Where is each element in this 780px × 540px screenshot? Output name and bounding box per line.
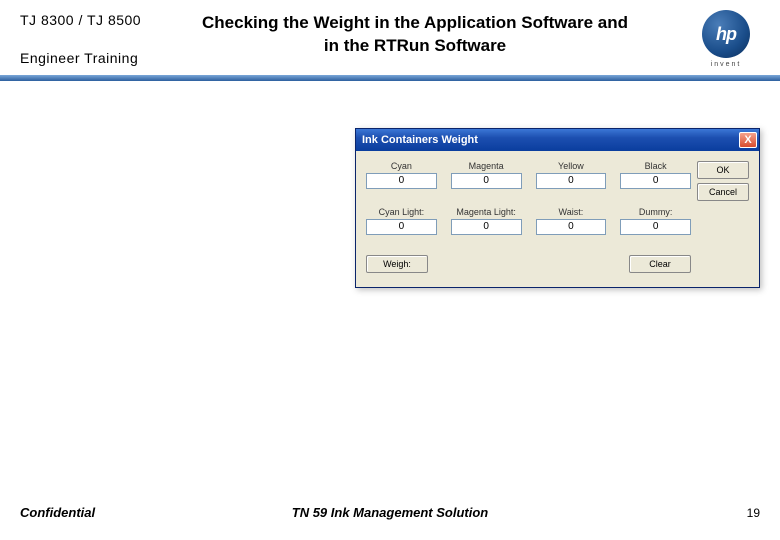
label-magenta: Magenta xyxy=(451,161,522,171)
page-number: 19 xyxy=(747,506,760,520)
input-waist[interactable]: 0 xyxy=(536,219,607,235)
field-dummy: Dummy: 0 xyxy=(620,207,691,235)
input-cyan-light[interactable]: 0 xyxy=(366,219,437,235)
input-dummy[interactable]: 0 xyxy=(620,219,691,235)
label-cyan: Cyan xyxy=(366,161,437,171)
weigh-button[interactable]: Weigh: xyxy=(366,255,428,273)
label-magenta-light: Magenta Light: xyxy=(451,207,522,217)
slide-title: Checking the Weight in the Application S… xyxy=(200,12,630,58)
label-cyan-light: Cyan Light: xyxy=(366,207,437,217)
label-black: Black xyxy=(620,161,691,171)
field-magenta: Magenta 0 xyxy=(451,161,522,189)
header-divider xyxy=(0,75,780,81)
field-black: Black 0 xyxy=(620,161,691,189)
dialog-body: OK Cancel Cyan 0 Magenta 0 Yellow 0 Blac… xyxy=(356,151,759,287)
field-cyan: Cyan 0 xyxy=(366,161,437,189)
input-cyan[interactable]: 0 xyxy=(366,173,437,189)
input-yellow[interactable]: 0 xyxy=(536,173,607,189)
clear-button[interactable]: Clear xyxy=(629,255,691,273)
hp-logo: hp invent xyxy=(690,10,762,68)
input-magenta[interactable]: 0 xyxy=(451,173,522,189)
label-waist: Waist: xyxy=(536,207,607,217)
field-cyan-light: Cyan Light: 0 xyxy=(366,207,437,235)
field-magenta-light: Magenta Light: 0 xyxy=(451,207,522,235)
ink-weight-dialog: Ink Containers Weight X OK Cancel Cyan 0… xyxy=(355,128,760,288)
footer-doc-title: TN 59 Ink Management Solution xyxy=(0,505,780,520)
cancel-button[interactable]: Cancel xyxy=(697,183,749,201)
label-yellow: Yellow xyxy=(536,161,607,171)
fields-row-1: Cyan 0 Magenta 0 Yellow 0 Black 0 xyxy=(366,161,691,189)
dialog-bottom-buttons: Weigh: Clear xyxy=(366,255,749,273)
ok-button[interactable]: OK xyxy=(697,161,749,179)
hp-logo-icon: hp xyxy=(702,10,750,58)
hp-logo-tagline: invent xyxy=(690,61,762,68)
dialog-side-buttons: OK Cancel xyxy=(697,161,749,201)
field-waist: Waist: 0 xyxy=(536,207,607,235)
model-label: TJ 8300 / TJ 8500 xyxy=(20,12,141,28)
label-dummy: Dummy: xyxy=(620,207,691,217)
input-magenta-light[interactable]: 0 xyxy=(451,219,522,235)
fields-area: Cyan 0 Magenta 0 Yellow 0 Black 0 xyxy=(366,161,749,235)
dialog-titlebar[interactable]: Ink Containers Weight X xyxy=(356,129,759,151)
input-black[interactable]: 0 xyxy=(620,173,691,189)
subtitle-label: Engineer Training xyxy=(20,50,138,66)
dialog-title: Ink Containers Weight xyxy=(362,134,478,146)
close-icon[interactable]: X xyxy=(739,132,757,148)
field-yellow: Yellow 0 xyxy=(536,161,607,189)
fields-row-2: Cyan Light: 0 Magenta Light: 0 Waist: 0 … xyxy=(366,207,691,235)
slide-header: TJ 8300 / TJ 8500 Engineer Training Chec… xyxy=(0,0,780,78)
